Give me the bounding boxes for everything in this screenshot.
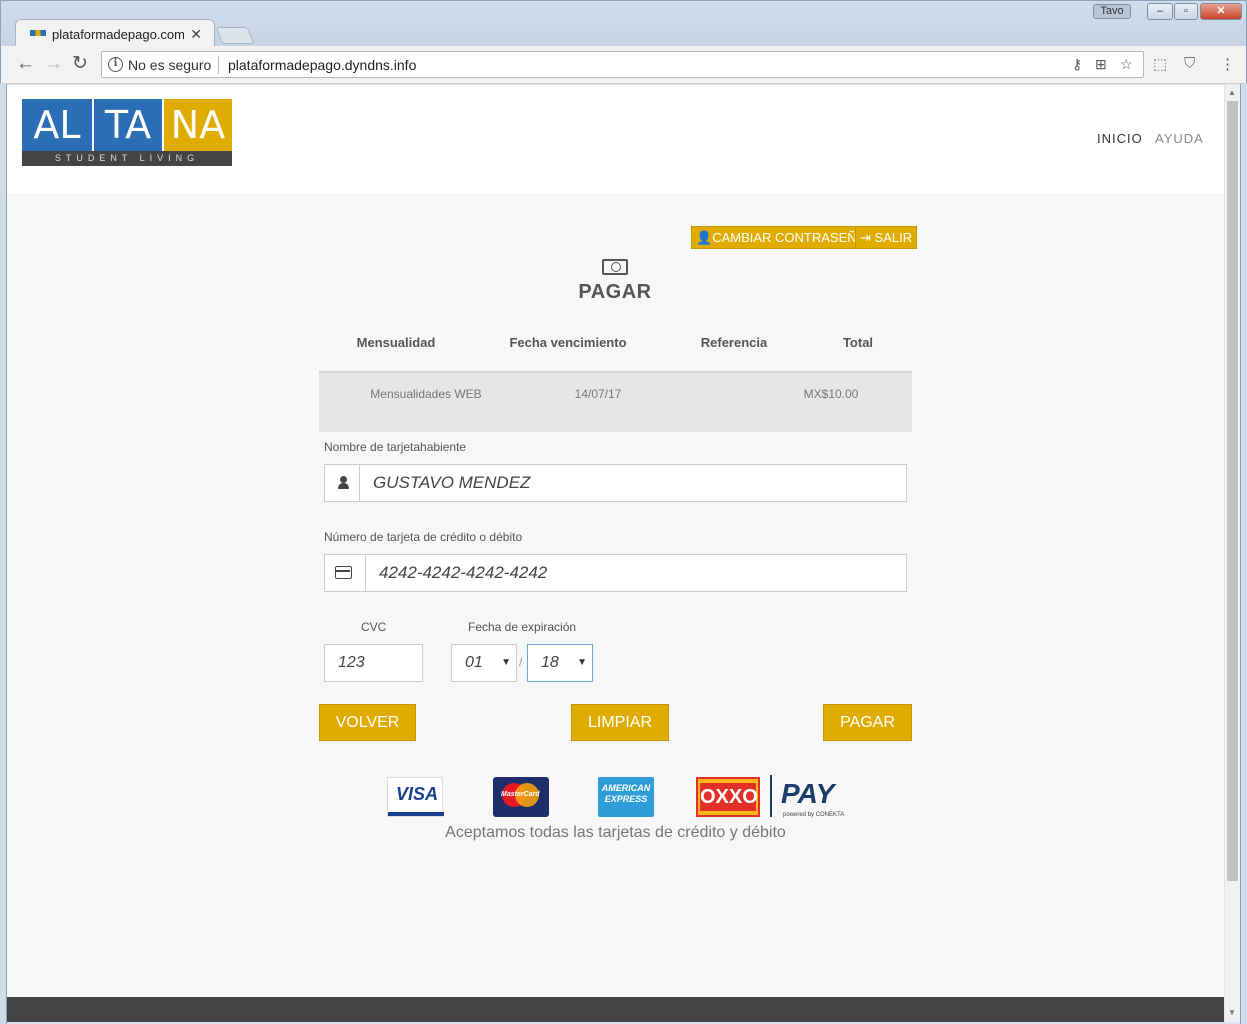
user-icon: 👤 bbox=[696, 230, 713, 245]
card-number-input[interactable]: 4242-4242-4242-4242 bbox=[366, 554, 907, 592]
reload-icon[interactable]: ↻ bbox=[72, 54, 88, 74]
cell-fecha: 14/07/17 bbox=[574, 387, 622, 401]
expiry-year-select[interactable]: 18 ▼ bbox=[527, 644, 593, 682]
oxxo-pay-divider bbox=[770, 775, 772, 817]
logo-block-na: NA bbox=[162, 99, 232, 151]
forward-arrow-icon[interactable]: → bbox=[44, 54, 63, 74]
card-number-label: Número de tarjeta de crédito o débito bbox=[324, 530, 523, 544]
page-scrollbar[interactable]: ▲ ▼ bbox=[1224, 85, 1240, 1022]
page-title: PAGAR bbox=[578, 281, 652, 303]
translate-icon[interactable]: ⊞ bbox=[1095, 56, 1107, 73]
amex-logo: AMERICAN EXPRESS bbox=[598, 777, 654, 817]
tab-close-icon[interactable]: ✕ bbox=[190, 26, 202, 43]
cvc-label: CVC bbox=[361, 620, 387, 634]
favicon-icon bbox=[30, 30, 46, 36]
col-mensualidad: Mensualidad bbox=[356, 335, 436, 350]
money-icon bbox=[602, 259, 628, 275]
pay-logo: PAY bbox=[781, 778, 835, 809]
logo-block-al: AL bbox=[22, 99, 92, 151]
user-icon bbox=[338, 476, 349, 490]
nav-inicio[interactable]: INICIO bbox=[1097, 131, 1143, 146]
change-password-button[interactable]: 👤CAMBIAR CONTRASEÑA bbox=[691, 226, 871, 249]
browser-tab[interactable]: plataformadepago.com.mx ✕ bbox=[15, 19, 215, 48]
cardholder-input[interactable]: GUSTAVO MENDEZ bbox=[360, 464, 907, 502]
logout-label: SALIR bbox=[874, 230, 913, 245]
separator bbox=[218, 56, 219, 74]
browser-toolbar: ← → ↻ i No es seguro plataformadepago.dy… bbox=[0, 46, 1247, 84]
pay-button[interactable]: PAGAR bbox=[823, 704, 912, 741]
key-icon[interactable]: ⚷ bbox=[1072, 56, 1082, 73]
star-icon[interactable]: ☆ bbox=[1120, 56, 1133, 73]
expiry-year-value: 18 bbox=[541, 654, 559, 671]
info-icon[interactable]: i bbox=[108, 57, 123, 72]
tab-title: plataformadepago.com.mx bbox=[52, 27, 184, 42]
new-tab-button[interactable] bbox=[215, 27, 255, 44]
minimize-button[interactable]: – bbox=[1147, 3, 1173, 20]
amex-label: AMERICAN EXPRESS bbox=[601, 783, 651, 804]
col-total: Total bbox=[842, 335, 874, 350]
site-footer bbox=[7, 997, 1224, 1022]
cell-mensualidad: Mensualidades WEB bbox=[370, 387, 482, 401]
accepted-cards-text: Aceptamos todas las tarjetas de crédito … bbox=[445, 824, 786, 841]
page-viewport: AL TA NA STUDENT LIVING INICIO AYUDA 👤CA… bbox=[7, 85, 1224, 1022]
logo-block-ta: TA bbox=[92, 99, 162, 151]
expiry-separator: / bbox=[519, 655, 523, 669]
credit-card-icon bbox=[335, 566, 352, 579]
back-button[interactable]: VOLVER bbox=[319, 704, 416, 741]
maximize-button[interactable]: ▫ bbox=[1174, 3, 1198, 20]
address-bar[interactable]: i No es seguro plataformadepago.dyndns.i… bbox=[101, 51, 1144, 78]
profile-badge[interactable]: Tavo bbox=[1093, 4, 1131, 19]
expiry-month-value: 01 bbox=[465, 654, 483, 671]
table-row: Mensualidades WEB 14/07/17 MX$10.00 bbox=[319, 371, 912, 432]
close-window-button[interactable]: ✕ bbox=[1200, 3, 1242, 20]
pdf-extension-icon[interactable]: ⬚ bbox=[1153, 55, 1167, 73]
expiry-month-select[interactable]: 01 ▼ bbox=[451, 644, 517, 682]
cardholder-label: Nombre de tarjetahabiente bbox=[324, 440, 467, 454]
scrollbar-thumb[interactable] bbox=[1227, 101, 1238, 881]
oxxo-logo: OXXO bbox=[696, 777, 760, 817]
altana-logo[interactable]: AL TA NA STUDENT LIVING bbox=[22, 99, 232, 166]
cvc-input[interactable]: 123 bbox=[324, 644, 423, 682]
scroll-up-icon[interactable]: ▲ bbox=[1228, 88, 1236, 97]
shield-extension-icon[interactable]: ⛉ bbox=[1184, 55, 1195, 72]
pay-powered-by: powered by CONEKTA bbox=[783, 812, 845, 818]
change-password-label: CAMBIAR CONTRASEÑA bbox=[712, 230, 866, 245]
menu-dots-icon[interactable]: ⋮ bbox=[1220, 55, 1235, 73]
site-header: AL TA NA STUDENT LIVING INICIO AYUDA bbox=[7, 85, 1224, 193]
visa-logo: VISA bbox=[387, 777, 444, 817]
clear-button[interactable]: LIMPIAR bbox=[571, 704, 669, 741]
window-frame-right bbox=[1240, 84, 1247, 1024]
browser-titlebar: plataformadepago.com.mx ✕ Tavo – ▫ ✕ bbox=[0, 0, 1247, 48]
visa-label: VISA bbox=[396, 784, 439, 804]
back-arrow-icon[interactable]: ← bbox=[16, 54, 35, 74]
mastercard-label: MasterCard bbox=[501, 791, 540, 798]
chevron-down-icon: ▼ bbox=[501, 657, 511, 668]
card-number-addon bbox=[324, 554, 366, 592]
url-text[interactable]: plataformadepago.dyndns.info bbox=[228, 57, 416, 73]
sign-out-icon: ⇥ bbox=[860, 230, 871, 245]
nav-ayuda[interactable]: AYUDA bbox=[1155, 131, 1204, 146]
oxxo-label: OXXO bbox=[700, 783, 758, 811]
security-status[interactable]: No es seguro bbox=[128, 57, 211, 73]
cell-total: MX$10.00 bbox=[803, 387, 859, 401]
cardholder-addon bbox=[324, 464, 360, 502]
chevron-down-icon: ▼ bbox=[577, 657, 587, 668]
scroll-down-icon[interactable]: ▼ bbox=[1228, 1008, 1236, 1017]
col-referencia: Referencia bbox=[700, 335, 768, 350]
logo-tagline: STUDENT LIVING bbox=[22, 151, 232, 166]
expiry-label: Fecha de expiración bbox=[468, 620, 577, 634]
mastercard-logo: MasterCard bbox=[493, 777, 549, 817]
logout-button[interactable]: ⇥ SALIR bbox=[855, 226, 918, 249]
col-fecha-vencimiento: Fecha vencimiento bbox=[509, 335, 627, 350]
window-frame-left bbox=[0, 84, 7, 1024]
